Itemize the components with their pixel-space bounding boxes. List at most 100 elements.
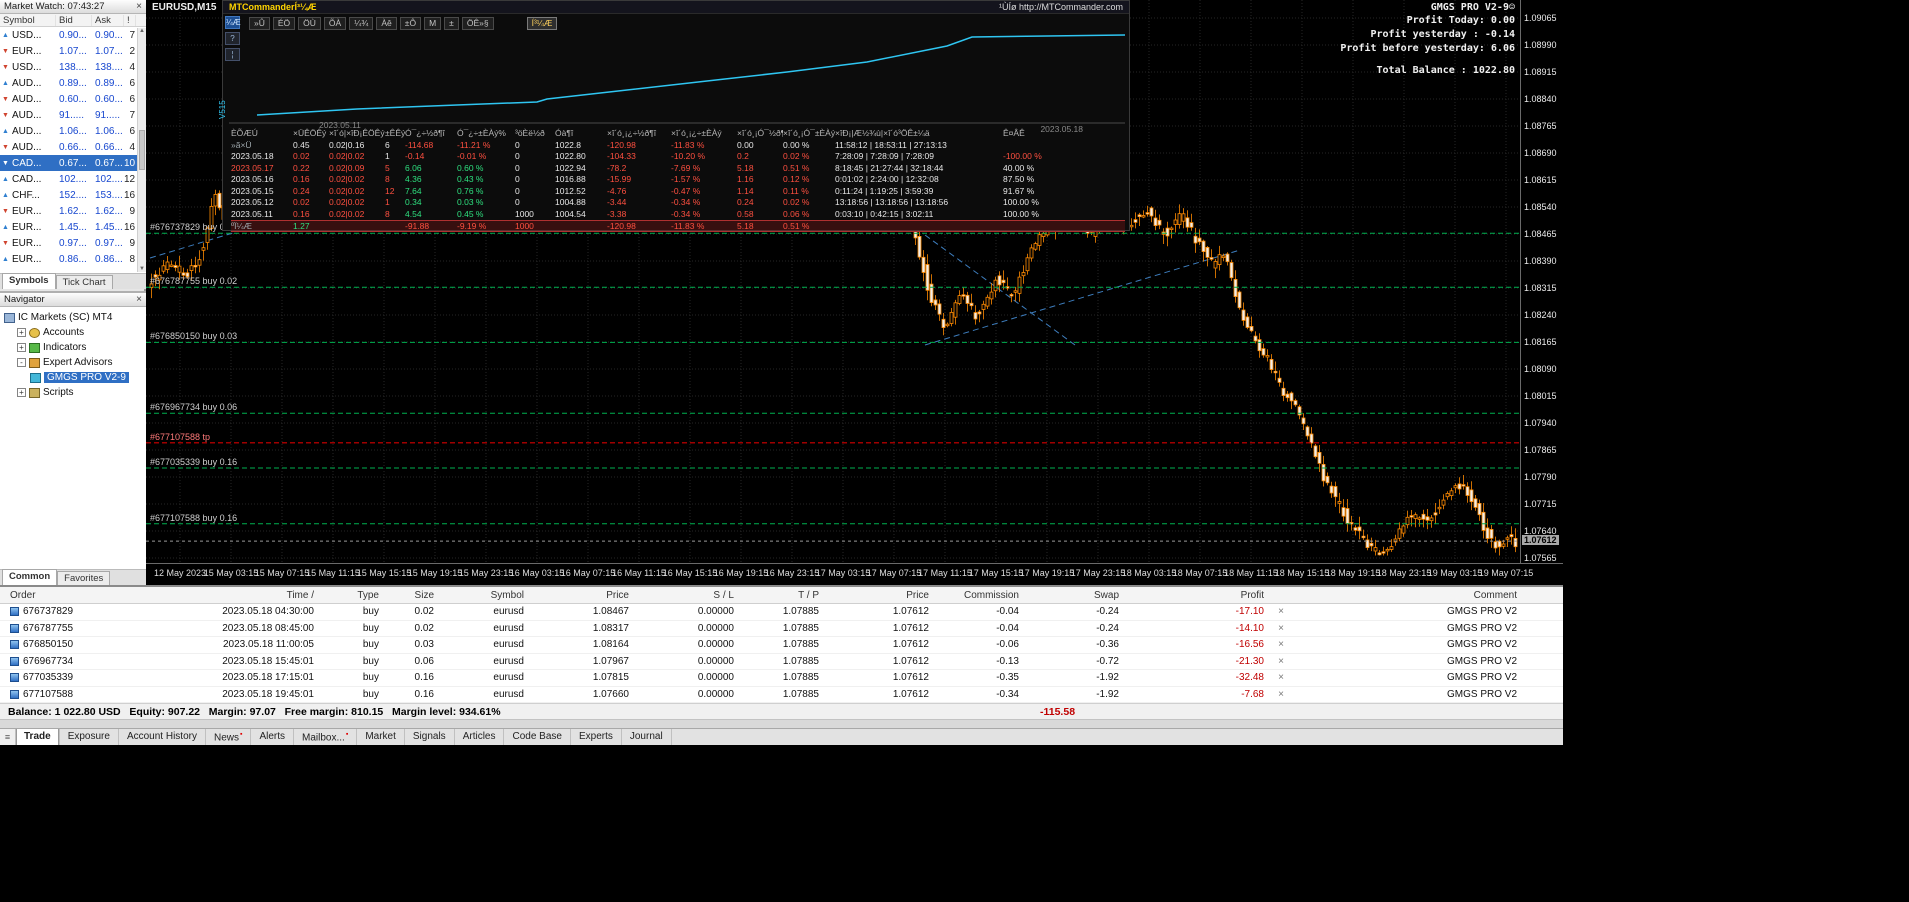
commander-toolbar-button-active[interactable]: Í³¼Æ — [526, 16, 558, 30]
commander-toolbar-button[interactable]: ±Ô — [399, 16, 422, 30]
terminal-tab-account-history[interactable]: Account History — [119, 729, 206, 745]
scroll-down-icon[interactable]: ▼ — [138, 266, 146, 272]
commander-link[interactable]: ¹ÙÍø http://MTCommander.com — [999, 2, 1123, 12]
terminal-column-swap[interactable]: Swap — [1025, 590, 1125, 601]
market-watch-row[interactable]: ▼ CAD... 0.67... 0.67... 10 — [0, 155, 146, 171]
terminal-column-price[interactable]: Price — [530, 590, 635, 601]
column-bid[interactable]: Bid — [56, 14, 92, 26]
terminal-column-comment[interactable]: Comment — [1292, 590, 1563, 601]
market-watch-row[interactable]: ▲ AUD... 0.89... 0.89... 6 — [0, 75, 146, 91]
commander-cell: 0.02 % — [783, 197, 810, 207]
trade-row[interactable]: 676737829 2023.05.18 04:30:00 buy 0.02 eurus… — [0, 604, 1563, 621]
navigator-item-indicators[interactable]: + Indicators — [0, 340, 146, 355]
terminal-tab-mailbox[interactable]: Mailbox...▪ — [294, 729, 358, 745]
market-watch-row[interactable]: ▼ USD... 138.... 138.... 4 — [0, 59, 146, 75]
close-icon[interactable]: × — [136, 1, 142, 12]
commander-side-button[interactable]: ¦ — [225, 48, 240, 61]
terminal-tab-code-base[interactable]: Code Base — [504, 729, 571, 745]
tab-common[interactable]: Common — [2, 569, 58, 585]
market-watch-row[interactable]: ▼ EUR... 1.07... 1.07... 2 — [0, 43, 146, 59]
terminal-column-price[interactable]: Price — [825, 590, 935, 601]
terminal-tab-market[interactable]: Market — [357, 729, 405, 745]
chart-area[interactable]: #676737829 buy 0.02 #676787755 buy 0.02 #6… — [146, 0, 1563, 585]
commander-table-row: »ã×Ü 0.45 0.02|0.16 6 -114.68 -11.21 % 0 1022.8… — [231, 140, 1125, 152]
trade-row[interactable]: 676850150 2023.05.18 11:00:05 buy 0.03 eurus… — [0, 637, 1563, 654]
expand-icon[interactable]: + — [17, 388, 26, 397]
terminal-tab-signals[interactable]: Signals — [405, 729, 455, 745]
commander-toolbar-button[interactable]: ÖÊ»§ — [461, 16, 494, 30]
terminal-grid-icon[interactable]: ≡ — [0, 729, 16, 745]
scroll-up-icon[interactable]: ▲ — [138, 28, 146, 34]
commander-side-button[interactable]: ¼Æ — [225, 16, 241, 29]
market-watch-row[interactable]: ▲ USD... 0.90... 0.90... 7 — [0, 27, 146, 43]
terminal-column-commission[interactable]: Commission — [935, 590, 1025, 601]
terminal-column-type[interactable]: Type — [320, 590, 385, 601]
tab-favorites[interactable]: Favorites — [57, 571, 111, 585]
terminal-column-time[interactable]: Time / — [120, 590, 320, 601]
close-order-icon[interactable]: × — [1270, 606, 1292, 617]
terminal-tab-articles[interactable]: Articles — [455, 729, 505, 745]
market-watch-row[interactable]: ▲ AUD... 1.06... 1.06... 6 — [0, 123, 146, 139]
mtcommander-panel[interactable]: MTCommanderÍ³¼Æ ¹ÙÍø http://MTCommander.… — [218, 0, 1130, 232]
close-order-icon[interactable]: × — [1270, 689, 1292, 700]
column-symbol[interactable]: Symbol — [0, 14, 56, 26]
commander-toolbar-button[interactable]: »Û — [249, 16, 270, 30]
terminal-tab-alerts[interactable]: Alerts — [251, 729, 295, 745]
terminal-column-s-l[interactable]: S / L — [635, 590, 740, 601]
trade-row[interactable]: 676787755 2023.05.18 08:45:00 buy 0.02 eurus… — [0, 620, 1563, 637]
trade-row[interactable]: 676967734 2023.05.18 15:45:01 buy 0.06 eurus… — [0, 653, 1563, 670]
terminal-column-order[interactable]: Order — [0, 590, 120, 601]
market-watch-row[interactable]: ▲ CAD... 102.... 102.... 12 — [0, 171, 146, 187]
expand-icon[interactable]: + — [17, 328, 26, 337]
market-watch-scrollbar[interactable]: ▲ ▼ — [137, 28, 146, 272]
terminal-tab-news[interactable]: News▪ — [206, 729, 252, 745]
terminal-column-symbol[interactable]: Symbol — [440, 590, 530, 601]
terminal-tab-trade[interactable]: Trade — [16, 729, 60, 745]
commander-side-button[interactable]: ? — [225, 32, 240, 45]
terminal-column-t-p[interactable]: T / P — [740, 590, 825, 601]
navigator-item-expert-advisors[interactable]: - Expert Advisors — [0, 355, 146, 370]
current-price-tag: 1.07612 — [1522, 535, 1559, 546]
close-order-icon[interactable]: × — [1270, 639, 1292, 650]
navigator-item-ic-markets-sc-mt4[interactable]: IC Markets (SC) MT4 — [0, 310, 146, 325]
commander-toolbar-button[interactable]: M — [424, 16, 442, 30]
market-watch-row[interactable]: ▲ EUR... 0.86... 0.86... 8 — [0, 251, 146, 267]
terminal-tab-experts[interactable]: Experts — [571, 729, 622, 745]
tab-tick-chart[interactable]: Tick Chart — [55, 275, 113, 289]
close-order-icon[interactable]: × — [1270, 656, 1292, 667]
market-watch-row[interactable]: ▼ EUR... 1.62... 1.62... 9 — [0, 203, 146, 219]
terminal-tab-exposure[interactable]: Exposure — [60, 729, 119, 745]
trade-row[interactable]: 677035339 2023.05.18 17:15:01 buy 0.16 eurus… — [0, 670, 1563, 687]
market-watch-row[interactable]: ▼ AUD... 0.60... 0.60... 6 — [0, 91, 146, 107]
column-ask[interactable]: Ask — [92, 14, 124, 26]
terminal-column-profit[interactable]: Profit — [1125, 590, 1270, 601]
navigator-item-accounts[interactable]: + Accounts — [0, 325, 146, 340]
tab-symbols[interactable]: Symbols — [2, 273, 56, 289]
close-order-icon[interactable]: × — [1270, 672, 1292, 683]
commander-column-header: ³öÈë½ð — [515, 128, 545, 138]
column-spread[interactable]: ! — [124, 14, 136, 26]
terminal-tab-journal[interactable]: Journal — [622, 729, 672, 745]
time-label: 17 May 23:15 — [1070, 568, 1126, 578]
commander-toolbar-button[interactable]: ÕÀ — [323, 16, 347, 30]
collapse-icon[interactable]: - — [17, 358, 26, 367]
market-watch-row[interactable]: ▼ EUR... 0.97... 0.97... 9 — [0, 235, 146, 251]
commander-toolbar-button[interactable]: ÖÙ — [298, 16, 321, 30]
close-icon[interactable]: × — [136, 294, 142, 305]
market-watch-row[interactable]: ▼ AUD... 0.66... 0.66... 4 — [0, 139, 146, 155]
expand-icon[interactable]: + — [17, 343, 26, 352]
navigator-item-scripts[interactable]: + Scripts — [0, 385, 146, 400]
close-order-icon[interactable]: × — [1270, 623, 1292, 634]
commander-cell — [329, 221, 385, 231]
scroll-thumb[interactable] — [139, 130, 145, 170]
trade-row[interactable]: 677107588 2023.05.18 19:45:01 buy 0.16 eurus… — [0, 686, 1563, 703]
market-watch-row[interactable]: ▲ CHF... 152.... 153.... 16 — [0, 187, 146, 203]
commander-toolbar-button[interactable]: ± — [444, 16, 459, 30]
market-watch-row[interactable]: ▲ EUR... 1.45... 1.45... 16 — [0, 219, 146, 235]
commander-toolbar-button[interactable]: ÉÖ — [272, 16, 296, 30]
commander-toolbar-button[interactable]: ¼¾ — [349, 16, 374, 30]
terminal-column-size[interactable]: Size — [385, 590, 440, 601]
navigator-item-gmgs-pro-v2-9[interactable]: GMGS PRO V2-9 — [0, 370, 146, 385]
commander-toolbar-button[interactable]: Àê — [376, 16, 397, 30]
market-watch-row[interactable]: ▼ AUD... 91..... 91..... 7 — [0, 107, 146, 123]
